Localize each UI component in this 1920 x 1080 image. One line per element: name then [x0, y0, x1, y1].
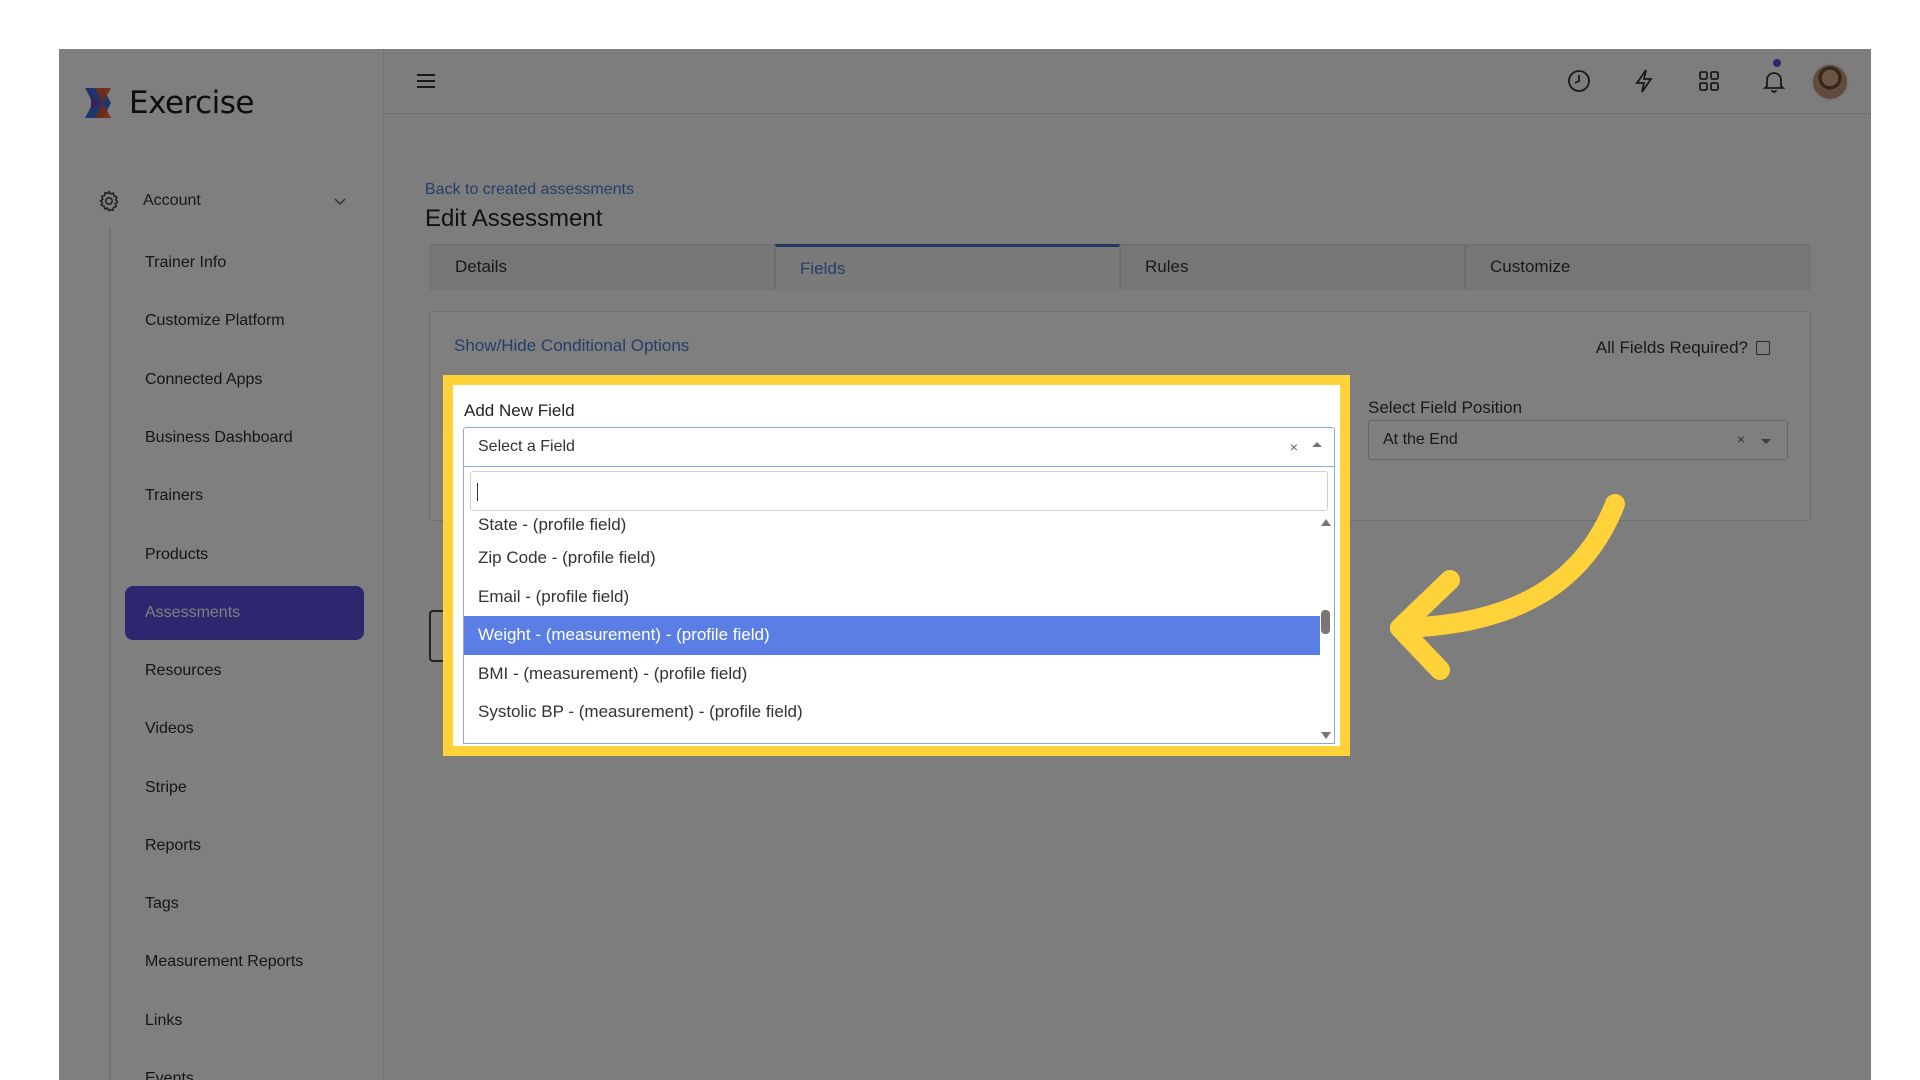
- sidebar-item-business-dashboard[interactable]: Business Dashboard: [125, 409, 364, 467]
- clock-icon[interactable]: [1565, 67, 1593, 95]
- caret-up-icon: [1312, 442, 1322, 447]
- tab-rules[interactable]: Rules: [1120, 244, 1465, 290]
- scroll-down-icon[interactable]: [1321, 732, 1331, 739]
- field-options-list: State - (profile field) Zip Code - (prof…: [464, 511, 1320, 744]
- sidebar-item-customize-platform[interactable]: Customize Platform: [125, 292, 364, 350]
- all-fields-required-checkbox[interactable]: [1756, 341, 1770, 355]
- sidebar-item-trainers[interactable]: Trainers: [125, 467, 364, 525]
- list-item[interactable]: Systolic BP - (measurement) - (profile f…: [464, 693, 1320, 732]
- add-new-field-label: Add New Field: [464, 401, 575, 420]
- sidebar-account-toggle[interactable]: Account: [97, 186, 347, 216]
- add-field-placeholder: Select a Field: [478, 438, 575, 455]
- clear-icon[interactable]: ×: [1290, 439, 1298, 455]
- highlight-callout: Add New Field Select a Field × State - (…: [443, 375, 1350, 756]
- scrollbar-thumb[interactable]: [1321, 610, 1330, 634]
- assessment-tabs: Details Fields Rules Customize: [430, 244, 1810, 290]
- scroll-up-icon[interactable]: [1321, 519, 1331, 526]
- field-position-select[interactable]: At the End ×: [1368, 420, 1788, 460]
- bell-icon[interactable]: [1760, 67, 1788, 95]
- list-item[interactable]: Diastolic BP - (measurement) - (profile …: [464, 732, 1320, 744]
- menu-icon[interactable]: [414, 69, 438, 93]
- field-position-value: At the End: [1383, 431, 1458, 448]
- notification-dot: [1773, 59, 1781, 67]
- avatar[interactable]: [1811, 63, 1849, 101]
- sidebar-item-stripe[interactable]: Stripe: [125, 758, 364, 816]
- all-fields-required[interactable]: All Fields Required?: [1596, 338, 1770, 358]
- sidebar-item-tags[interactable]: Tags: [125, 875, 364, 933]
- field-search-input[interactable]: [470, 471, 1328, 511]
- list-item[interactable]: Zip Code - (profile field): [464, 539, 1320, 578]
- sidebar-item-products[interactable]: Products: [125, 525, 364, 583]
- sidebar-item-links[interactable]: Links: [125, 992, 364, 1050]
- list-item[interactable]: Email - (profile field): [464, 578, 1320, 617]
- curved-arrow-icon: [1390, 494, 1625, 680]
- show-hide-conditional-link[interactable]: Show/Hide Conditional Options: [454, 336, 689, 356]
- list-item-selected[interactable]: Weight - (measurement) - (profile field): [464, 616, 1320, 655]
- tab-customize[interactable]: Customize: [1465, 244, 1810, 290]
- lightning-icon[interactable]: [1630, 67, 1658, 95]
- sidebar-item-events[interactable]: Events: [125, 1050, 364, 1080]
- sidebar-item-reports[interactable]: Reports: [125, 817, 364, 875]
- nav-tree-line: [109, 227, 111, 1080]
- sidebar-item-connected-apps[interactable]: Connected Apps: [125, 351, 364, 409]
- sidebar-nav: Trainer Info Customize Platform Connecte…: [125, 234, 364, 1080]
- sidebar-item-assessments[interactable]: Assessments: [125, 585, 364, 640]
- sidebar-item-measurement-reports[interactable]: Measurement Reports: [125, 933, 364, 991]
- chevron-down-icon: [334, 198, 346, 206]
- tab-details[interactable]: Details: [430, 244, 775, 290]
- logo-icon: [85, 88, 111, 118]
- sidebar-item-trainer-info[interactable]: Trainer Info: [125, 234, 364, 292]
- sidebar-account-label: Account: [143, 192, 201, 209]
- tab-fields[interactable]: Fields: [775, 244, 1120, 290]
- clear-icon[interactable]: ×: [1737, 431, 1745, 447]
- field-options-dropdown: State - (profile field) Zip Code - (prof…: [463, 467, 1335, 744]
- gear-icon: [99, 189, 119, 212]
- caret-down-icon: [1761, 439, 1771, 444]
- app-name: Exercise: [129, 85, 255, 121]
- top-bar: [384, 49, 1871, 114]
- page-title: Edit Assessment: [425, 205, 603, 232]
- apps-grid-icon[interactable]: [1695, 67, 1723, 95]
- sidebar: Exercise Account Trainer Info Customize …: [59, 49, 384, 1080]
- all-fields-required-label: All Fields Required?: [1595, 338, 1748, 357]
- sidebar-item-videos[interactable]: Videos: [125, 700, 364, 758]
- back-to-assessments-link[interactable]: Back to created assessments: [425, 181, 634, 199]
- app-logo[interactable]: Exercise: [81, 85, 255, 121]
- list-item[interactable]: BMI - (measurement) - (profile field): [464, 655, 1320, 694]
- list-item[interactable]: State - (profile field): [464, 511, 1320, 539]
- text-cursor: [477, 483, 478, 501]
- add-field-select[interactable]: Select a Field ×: [463, 427, 1335, 467]
- sidebar-item-resources[interactable]: Resources: [125, 642, 364, 700]
- field-position-label: Select Field Position: [1368, 398, 1523, 417]
